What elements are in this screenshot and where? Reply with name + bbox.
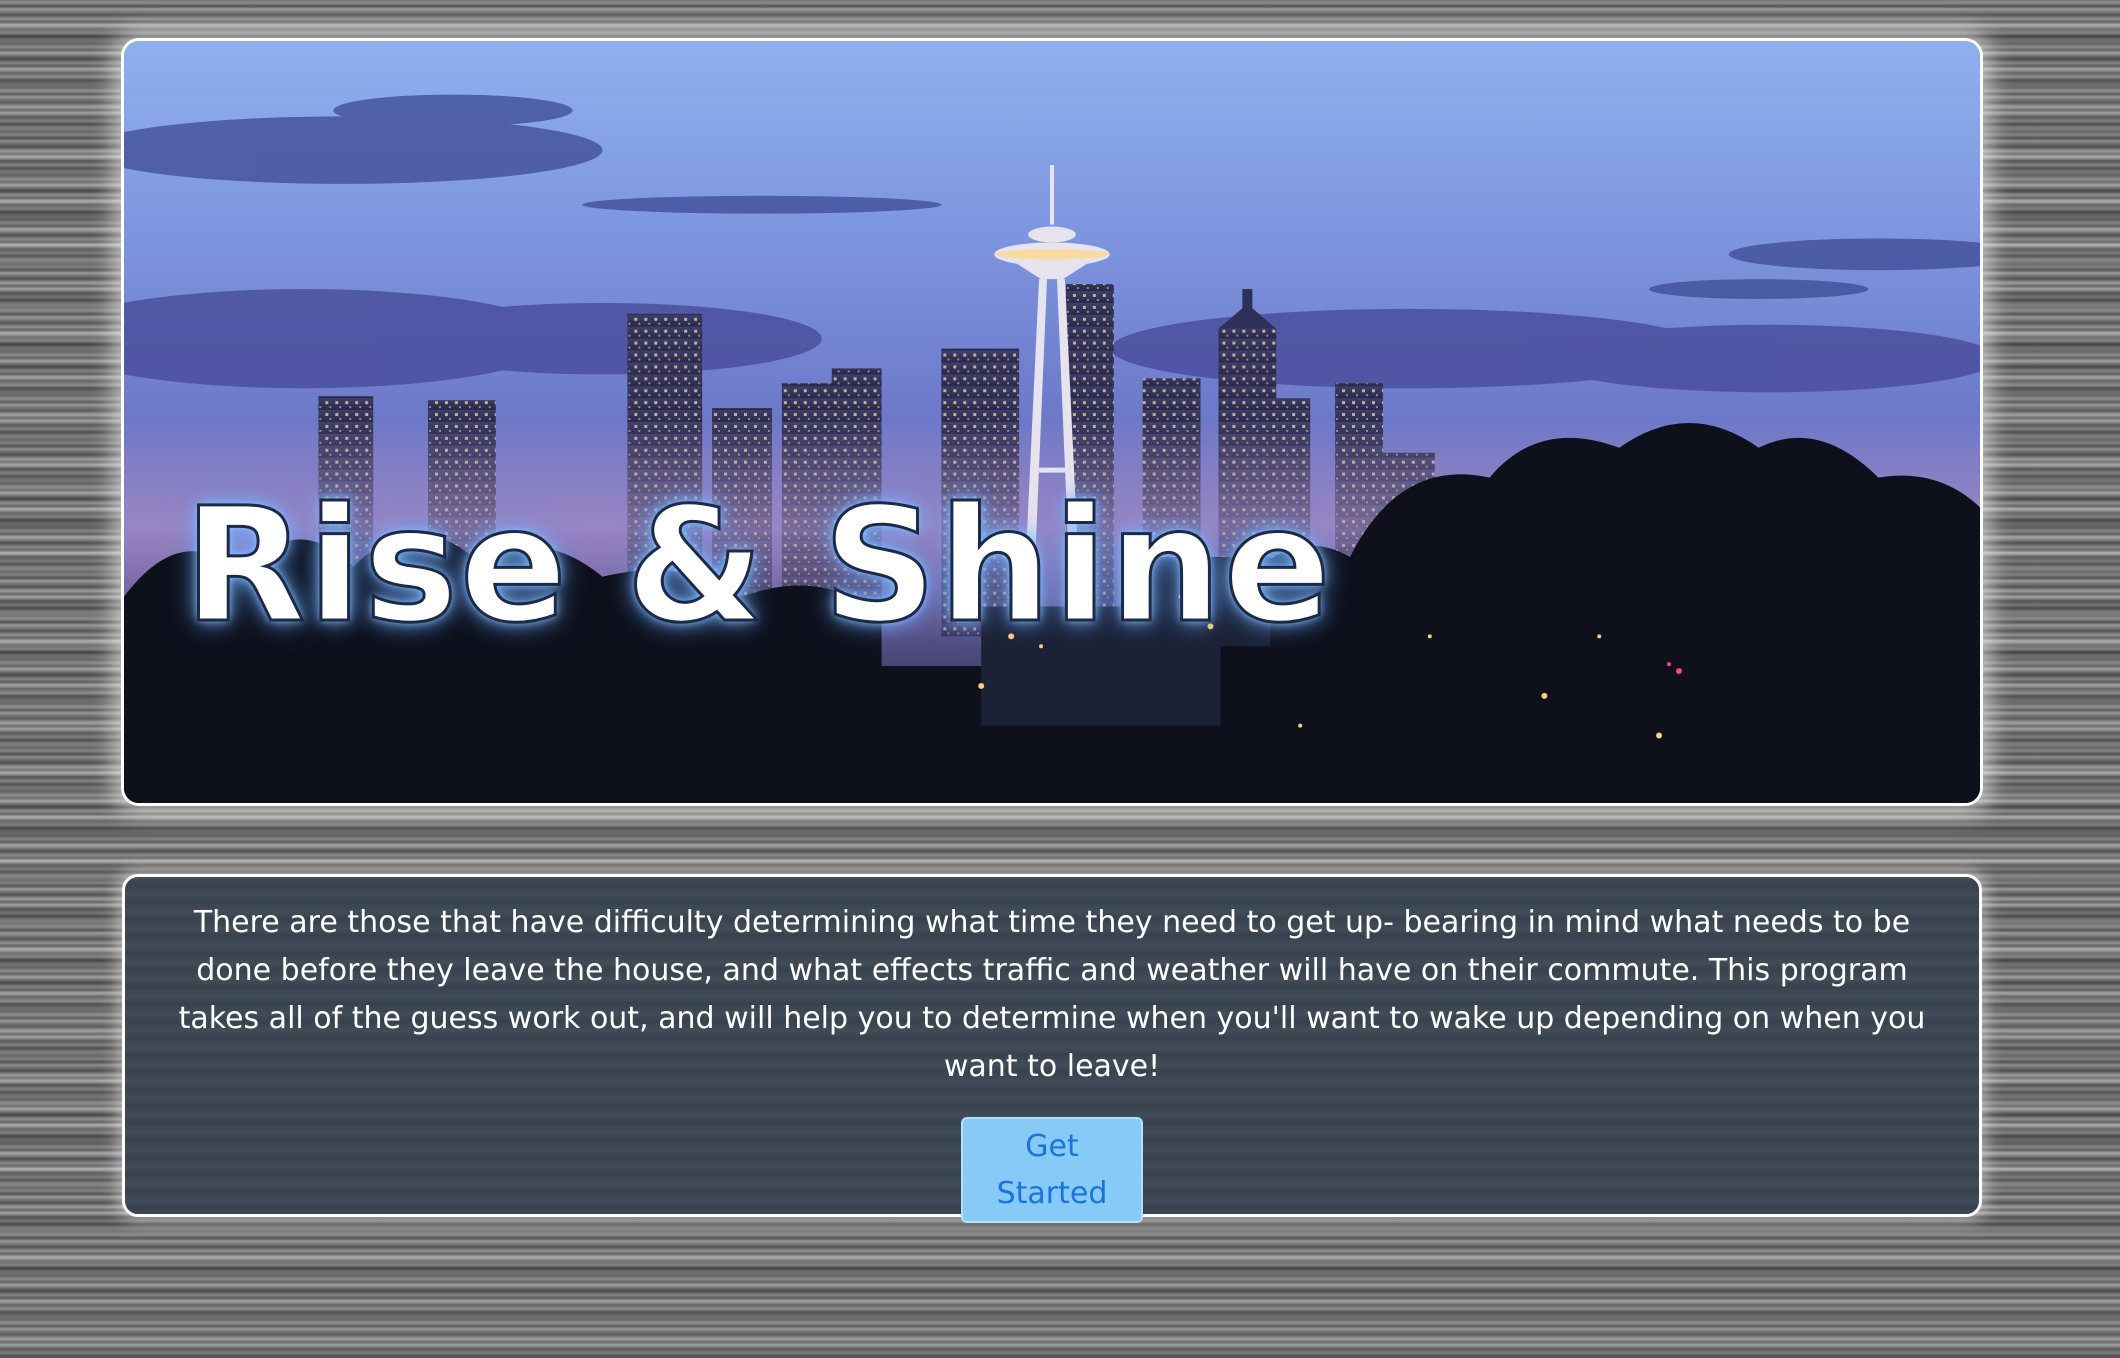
page-title: Rise & Shine xyxy=(183,474,1333,658)
intro-card: There are those that have difficulty det… xyxy=(122,874,1982,1223)
intro-text: There are those that have difficulty det… xyxy=(178,905,1926,1084)
hero-banner: Rise & Shine xyxy=(121,38,1983,806)
get-started-button[interactable]: Get Started xyxy=(961,1117,1143,1223)
seattle-skyline-image xyxy=(124,41,1980,803)
